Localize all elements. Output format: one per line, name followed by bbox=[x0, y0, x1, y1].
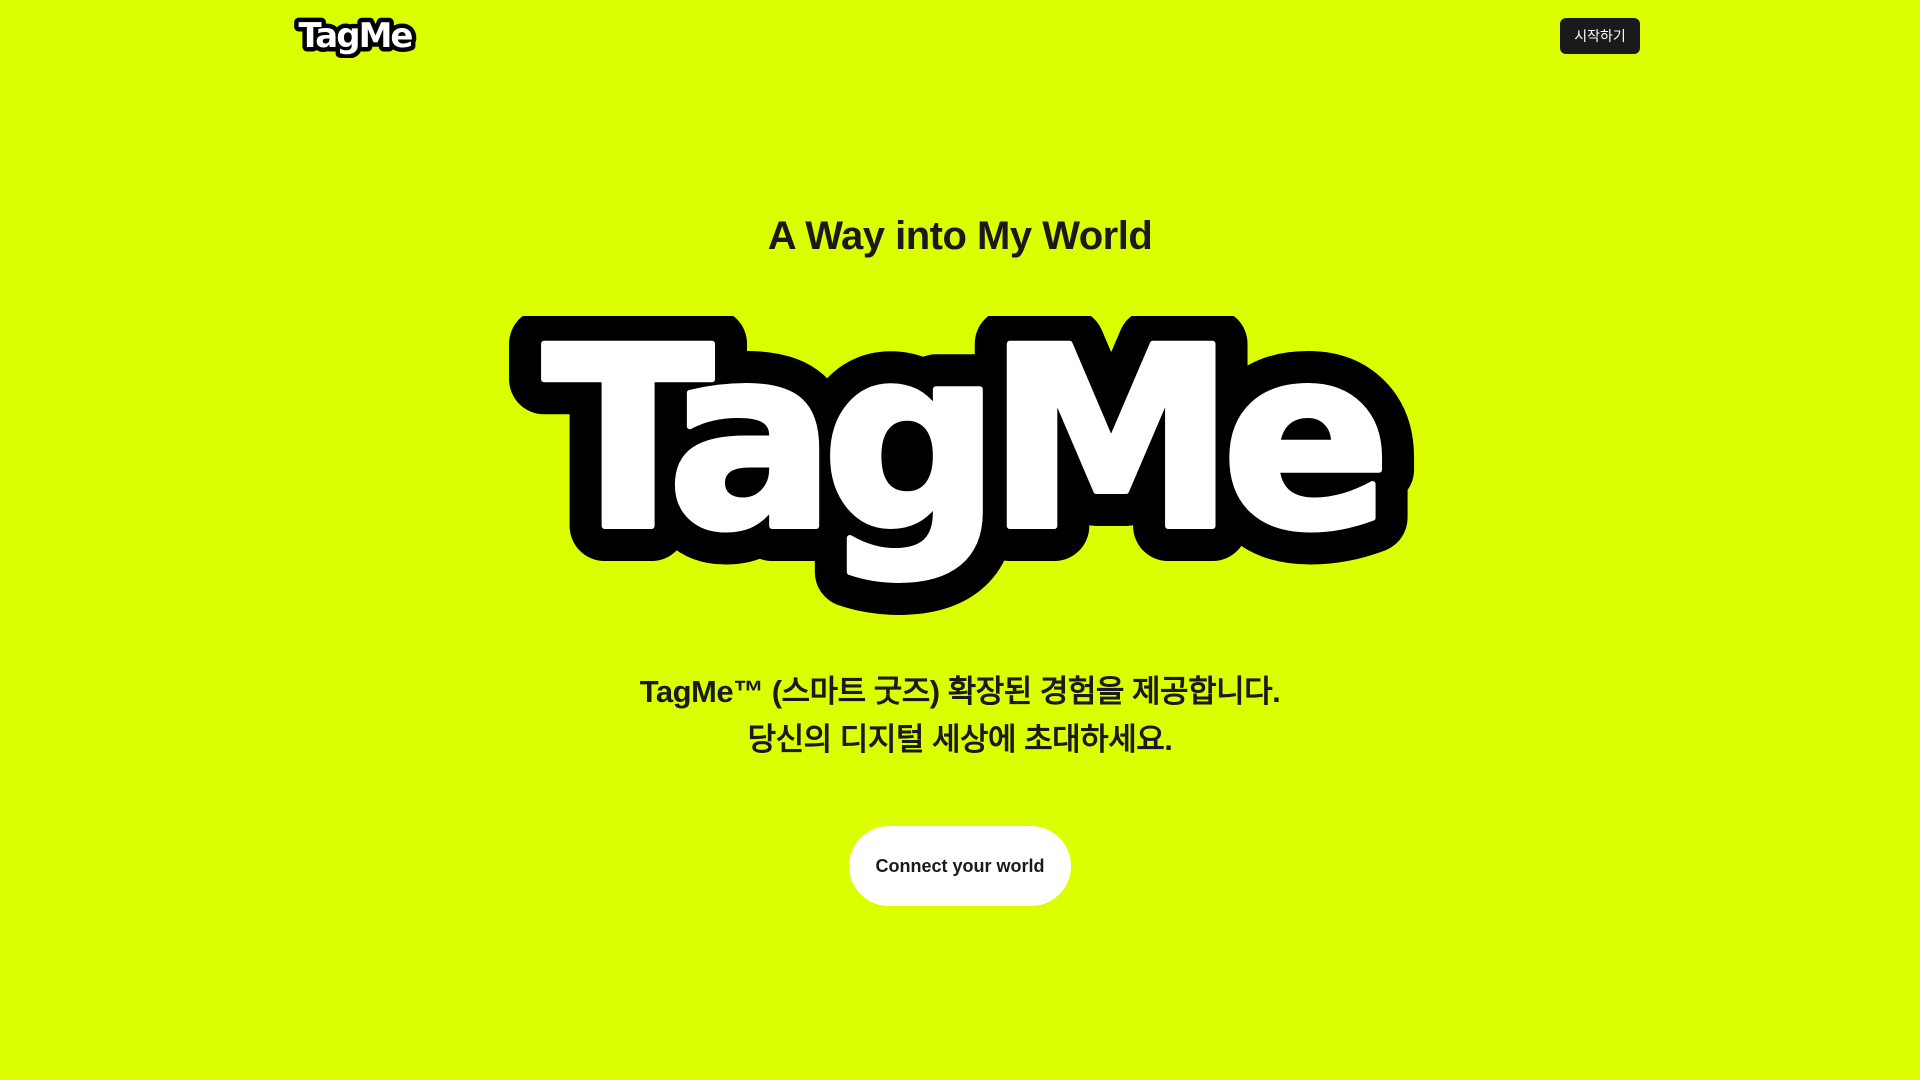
tagme-logo[interactable]: TagMe TagMe bbox=[278, 14, 432, 58]
start-button[interactable]: 시작하기 bbox=[1560, 18, 1640, 54]
hero-description-line-2: 당신의 디지털 세상에 초대하세요. bbox=[747, 722, 1173, 757]
tagme-hero-logo: TagMe TagMe bbox=[508, 316, 1429, 616]
top-navigation-bar: TagMe TagMe 시작하기 bbox=[0, 0, 1920, 72]
connect-your-world-button[interactable]: Connect your world bbox=[849, 826, 1071, 906]
hero-description: TagMe™ (스마트 굿즈) 확장된 경험을 제공합니다. 당신의 디지털 세… bbox=[0, 668, 1920, 764]
tagme-hero-logo-text: TagMe bbox=[543, 316, 1380, 585]
hero-description-line-1: TagMe™ (스마트 굿즈) 확장된 경험을 제공합니다. bbox=[639, 674, 1281, 709]
tagme-logo-text: TagMe bbox=[299, 16, 413, 56]
hero-tagline: A Way into My World bbox=[767, 214, 1153, 258]
